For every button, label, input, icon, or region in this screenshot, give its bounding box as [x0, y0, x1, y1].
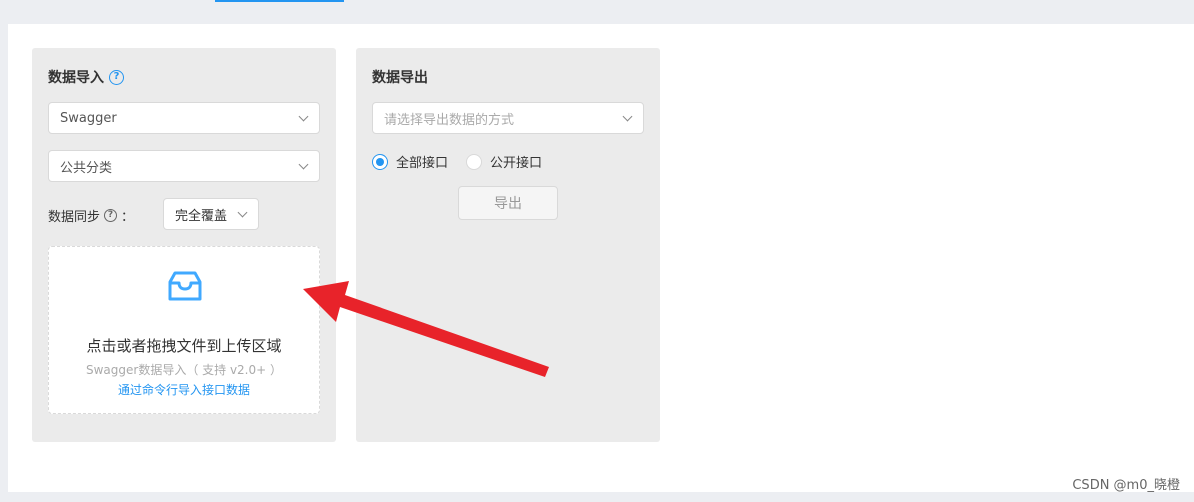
import-panel-title: 数据导入 ? [48, 67, 124, 87]
data-sync-label-text: 数据同步 [48, 210, 101, 225]
data-sync-select[interactable]: 完全覆盖 [163, 198, 259, 230]
radio-all-label[interactable]: 全部接口 [396, 152, 448, 171]
radio-all-interfaces[interactable] [372, 153, 388, 170]
csdn-watermark: CSDN @m0_晓橙 [1072, 478, 1180, 493]
upload-dropzone[interactable]: 点击或者拖拽文件到上传区域 Swagger数据导入（ 支持 v2.0+ ） 通过… [48, 246, 320, 414]
dropzone-sub-text: Swagger数据导入（ 支持 v2.0+ ） [85, 363, 283, 377]
chevron-down-icon [622, 111, 633, 121]
radio-public-interfaces[interactable] [466, 153, 483, 170]
chevron-down-icon [298, 111, 309, 121]
dropzone-main-text: 点击或者拖拽文件到上传区域 [86, 337, 282, 355]
cli-import-link[interactable]: 通过命令行导入接口数据 [49, 381, 319, 398]
export-panel-title: 数据导出 [372, 67, 428, 87]
radio-public-label[interactable]: 公开接口 [490, 152, 542, 171]
import-type-select[interactable]: Swagger [48, 102, 320, 134]
data-sync-label: 数据同步 ? ： [48, 206, 134, 225]
chevron-down-icon [298, 159, 309, 169]
export-method-select[interactable]: 请选择导出数据的方式 [372, 102, 644, 134]
export-title-text: 数据导出 [372, 70, 428, 86]
question-circle-icon[interactable]: ? [109, 69, 124, 85]
data-import-panel: 数据导入 ? Swagger 公共分类 数据同步 ? ： 完全覆盖 点击或者拖拽… [32, 48, 336, 442]
data-export-panel: 数据导出 请选择导出数据的方式 全部接口 公开接口 导出 [356, 48, 660, 442]
data-sync-colon: ： [121, 210, 135, 225]
category-select[interactable]: 公共分类 [48, 150, 320, 182]
import-type-value: Swagger [60, 110, 117, 126]
inbox-icon [168, 271, 202, 301]
question-circle-icon[interactable]: ? [104, 209, 118, 222]
data-sync-value: 完全覆盖 [175, 208, 228, 224]
import-title-text: 数据导入 [48, 70, 104, 86]
data-sync-row: 数据同步 ? ： 完全覆盖 [48, 198, 320, 230]
category-value: 公共分类 [60, 160, 113, 176]
active-tab-indicator [215, 0, 344, 2]
export-scope-radio-group: 全部接口 公开接口 [372, 152, 560, 171]
export-button[interactable]: 导出 [458, 186, 558, 220]
chevron-down-icon [237, 207, 248, 217]
export-method-placeholder: 请选择导出数据的方式 [384, 112, 515, 128]
